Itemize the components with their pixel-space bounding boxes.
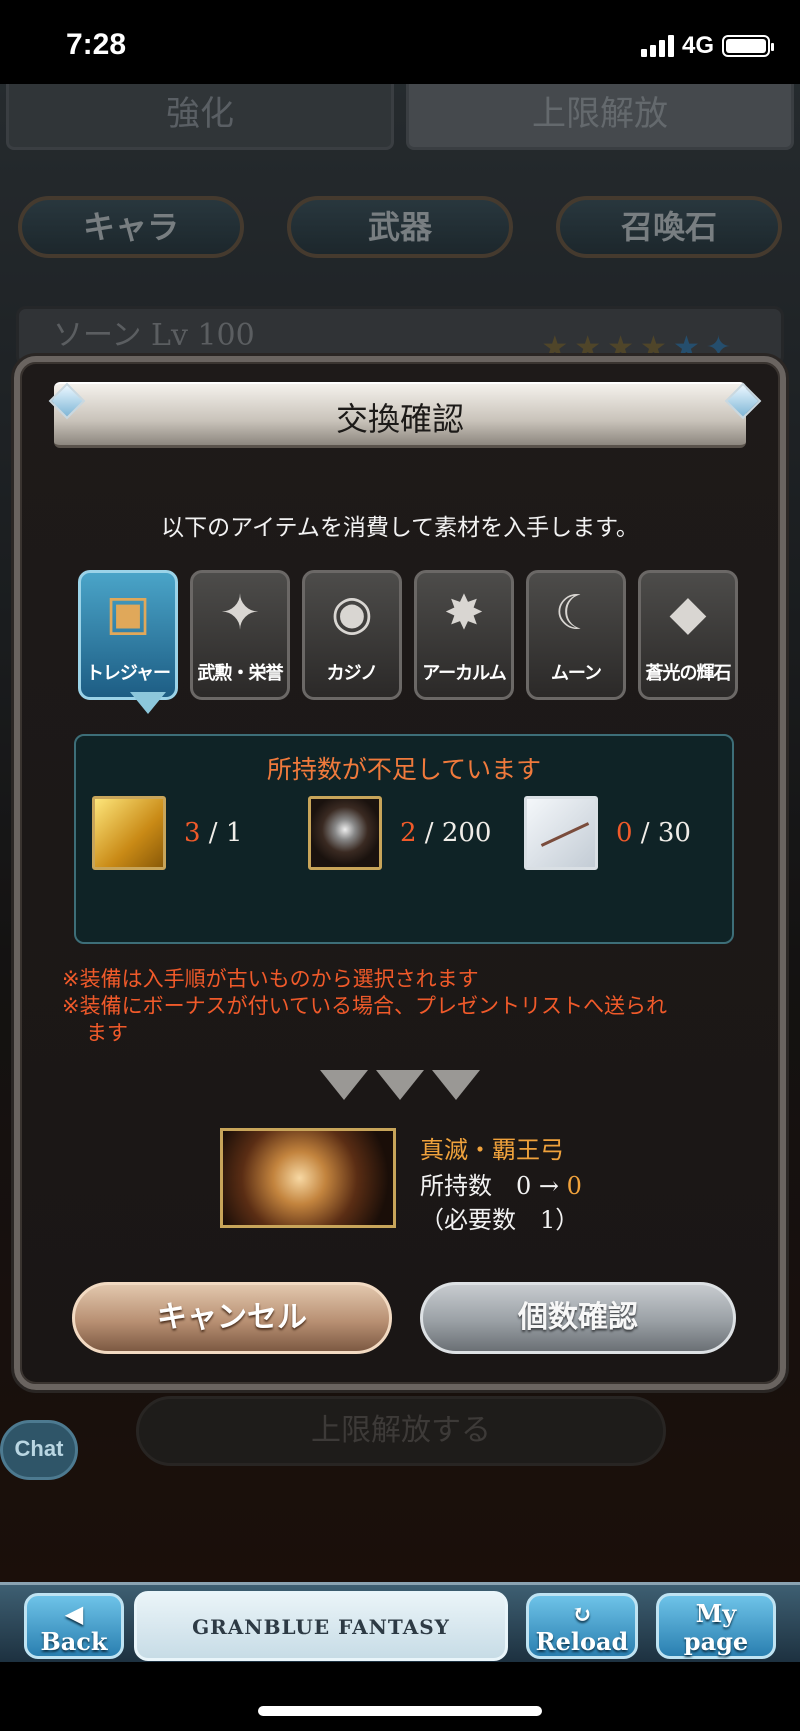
material-count: 2 / 200: [400, 818, 492, 848]
result-weapon-name: 真滅・覇王弓: [420, 1136, 564, 1164]
material-item: 0 / 30: [524, 796, 691, 870]
game-logo: GRANBLUE FANTASY: [134, 1591, 508, 1661]
exchange-confirm-dialog: 交換確認 以下のアイテムを消費して素材を入手します。 ▣ トレジャー ✦ 武勲・…: [14, 356, 786, 1390]
material-item: 3 / 1: [92, 796, 242, 870]
dialog-title-band: 交換確認: [54, 382, 746, 448]
material-count: 0 / 30: [616, 818, 691, 848]
category-honors[interactable]: ✦ 武勲・栄誉: [190, 570, 290, 700]
result-owned-count: 所持数 0 → 0: [420, 1172, 582, 1200]
gold-bar-icon: [92, 796, 166, 870]
material-item: 2 / 200: [308, 796, 491, 870]
result-required-count: （必要数 1）: [420, 1206, 580, 1234]
category-treasure[interactable]: ▣ トレジャー: [78, 570, 178, 700]
insufficient-warning: 所持数が不足しています: [266, 755, 542, 784]
result-weapon-image: [220, 1128, 396, 1228]
down-arrow-gem-icon: [320, 1070, 368, 1100]
note-line: ※装備は入手順が古いものから選択されます: [62, 967, 479, 991]
note-line: ます: [86, 1021, 128, 1045]
status-bar: 7:28 4G: [0, 0, 800, 84]
materials-panel: 所持数が不足しています 3 / 1 2 / 200 0 / 30: [74, 734, 734, 944]
network-label: 4G: [681, 32, 714, 59]
exchange-category-row: ▣ トレジャー ✦ 武勲・栄誉 ◉ カジノ ✸ アーカルム ☾ ムーン ◆ 蒼光…: [78, 570, 738, 700]
status-time: 7:28: [66, 28, 127, 61]
rune-orb-icon: [308, 796, 382, 870]
treasure-chest-icon: ▣: [105, 585, 151, 641]
material-count: 3 / 1: [184, 818, 243, 848]
category-arcarum[interactable]: ✸ アーカルム: [414, 570, 514, 700]
down-arrow-gem-icon: [376, 1070, 424, 1100]
note-line: ※装備にボーナスが付いている場合、プレゼントリストへ送られ: [62, 994, 667, 1018]
selected-category-pointer-icon: [130, 692, 166, 714]
dialog-message: 以下のアイテムを消費して素材を入手します。: [161, 515, 639, 541]
home-indicator[interactable]: [258, 1706, 542, 1716]
down-arrow-gem-icon: [432, 1070, 480, 1100]
back-button[interactable]: ◀ Back: [24, 1593, 124, 1659]
cancel-button[interactable]: キャンセル: [72, 1282, 392, 1354]
category-casino[interactable]: ◉ カジノ: [302, 570, 402, 700]
reload-button[interactable]: ↻ Reload: [526, 1593, 638, 1659]
signal-icon: [640, 35, 674, 57]
crystal-icon: ◆: [669, 585, 707, 641]
notes: ※装備は入手順が古いものから選択されます ※装備にボーナスが付いている場合、プレ…: [62, 966, 762, 1047]
battery-icon: [722, 35, 774, 57]
bow-item-icon: [524, 796, 598, 870]
mypage-button[interactable]: My page: [656, 1593, 776, 1659]
reload-icon: ↻: [571, 1599, 593, 1628]
arcarum-star-icon: ✸: [443, 585, 485, 641]
cards-icon: ✦: [219, 585, 261, 641]
casino-chip-icon: ◉: [331, 585, 373, 641]
back-arrow-icon: ◀: [64, 1599, 84, 1628]
arrow-gems: [20, 1070, 780, 1100]
bottom-nav: ◀ Back GRANBLUE FANTASY ↻ Reload My page: [0, 1582, 800, 1662]
status-indicators: 4G: [640, 32, 774, 60]
moon-icon: ☾: [554, 585, 598, 641]
category-azure-crystal[interactable]: ◆ 蒼光の輝石: [638, 570, 738, 700]
dialog-title: 交換確認: [335, 400, 464, 438]
category-moon[interactable]: ☾ ムーン: [526, 570, 626, 700]
quantity-confirm-button[interactable]: 個数確認: [420, 1282, 736, 1354]
chat-button[interactable]: Chat: [0, 1420, 78, 1480]
home-bar-area: [0, 1662, 800, 1731]
